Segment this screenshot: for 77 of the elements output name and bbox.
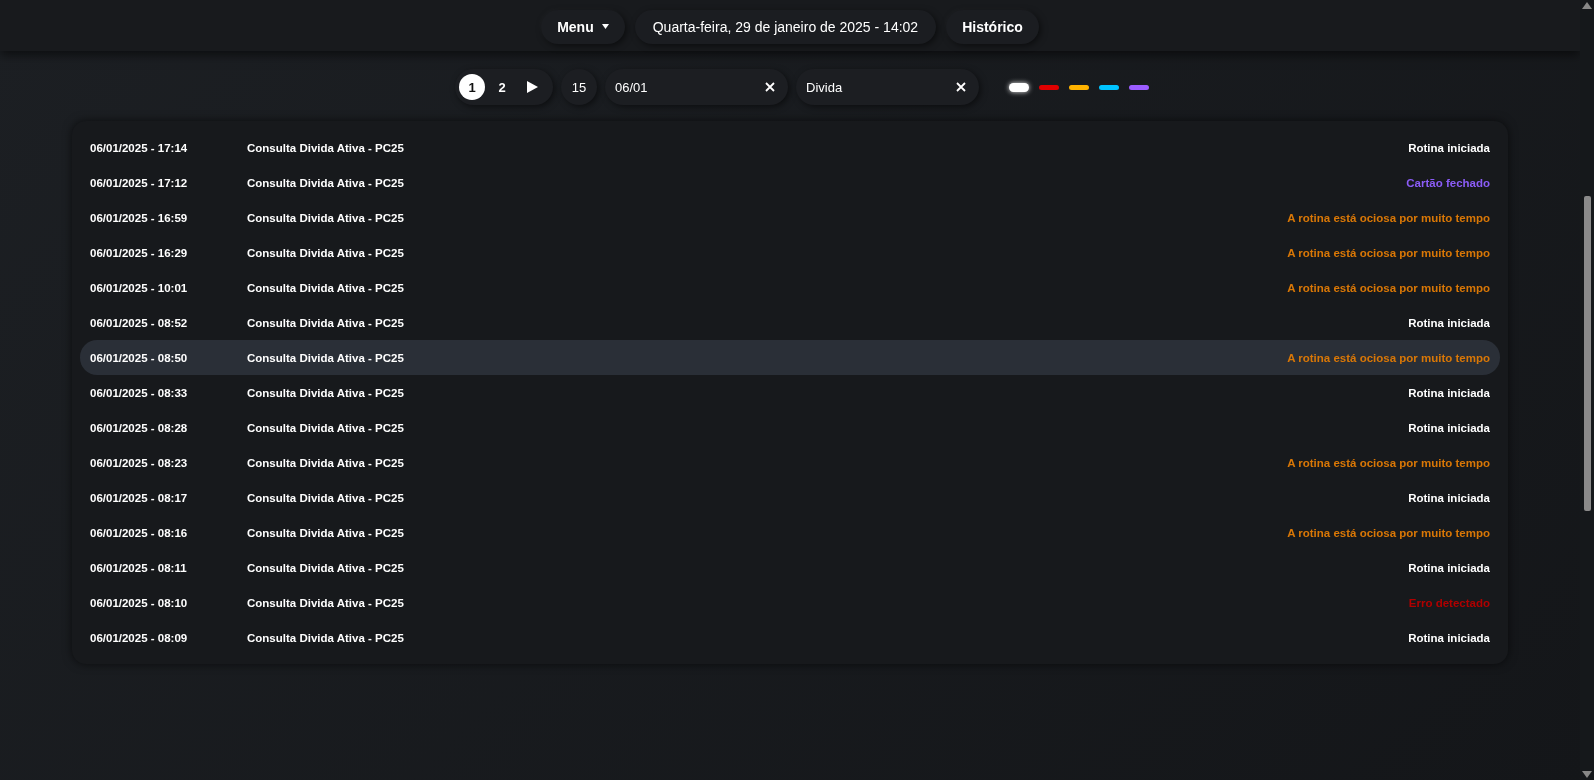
status-text: A rotina está ociosa por muito tempo [1287,456,1490,469]
log-row[interactable]: 06/01/2025 - 08:52 Consulta Divida Ativa - PC25 Rotina iniciada [80,305,1500,340]
date-filter-field[interactable]: 06/01 [605,69,788,105]
log-row[interactable]: 06/01/2025 - 08:10 Consulta Divida Ativa - PC25 Erro detectado [80,585,1500,620]
search-field[interactable]: Divida [796,69,979,105]
routine-name: Consulta Divida Ativa - PC25 [247,281,405,294]
history-button[interactable]: Histórico [946,9,1039,44]
log-time: 06/01/2025 - 08:16 [90,526,189,539]
color-filter[interactable] [1129,84,1149,90]
status-text: Rotina iniciada [1408,561,1490,574]
log-row[interactable]: 06/01/2025 - 16:59 Consulta Divida Ativa - PC25 A rotina está ociosa por muito tempo [80,200,1500,235]
color-filter[interactable] [1069,84,1089,90]
routine-name: Consulta Divida Ativa - PC25 [247,561,405,574]
routine-name: Consulta Divida Ativa - PC25 [247,421,405,434]
status-text: A rotina está ociosa por muito tempo [1287,246,1490,259]
log-time: 06/01/2025 - 08:33 [90,386,189,399]
log-time: 06/01/2025 - 16:59 [90,211,189,224]
page-size-button[interactable]: 15 [561,69,597,105]
routine-name: Consulta Divida Ativa - PC25 [247,211,405,224]
log-time: 06/01/2025 - 08:17 [90,491,189,504]
log-row[interactable]: 06/01/2025 - 10:01 Consulta Divida Ativa - PC25 A rotina está ociosa por muito tempo [80,270,1500,305]
close-icon [765,82,775,92]
color-filter[interactable] [1099,84,1119,90]
routine-name: Consulta Divida Ativa - PC25 [247,631,405,644]
log-time: 06/01/2025 - 17:12 [90,176,189,189]
current-date: Quarta-feira, 29 de janeiro de 2025 - 14:02 [634,9,937,44]
status-text: Cartão fechado [1406,176,1490,189]
log-time: 06/01/2025 - 08:09 [90,631,189,644]
log-row[interactable]: 06/01/2025 - 08:28 Consulta Divida Ativa - PC25 Rotina iniciada [80,410,1500,445]
log-time: 06/01/2025 - 08:23 [90,456,189,469]
log-row[interactable]: 06/01/2025 - 08:11 Consulta Divida Ativa - PC25 Rotina iniciada [80,550,1500,585]
routine-name: Consulta Divida Ativa - PC25 [247,316,405,329]
close-icon [956,82,966,92]
menu-button[interactable]: Menu [541,9,625,44]
log-time: 06/01/2025 - 16:29 [90,246,189,259]
status-text: A rotina está ociosa por muito tempo [1287,281,1490,294]
highlighted-log-row[interactable]: 06/01/2025 - 08:50 Consulta Divida Ativa - PC25 A rotina está ociosa por muito tempo [80,340,1500,375]
routine-name: Consulta Divida Ativa - PC25 [247,526,405,539]
log-row[interactable]: 06/01/2025 - 08:09 Consulta Divida Ativa - PC25 Rotina iniciada [80,620,1500,655]
status-text: A rotina está ociosa por muito tempo [1287,526,1490,539]
status-text: Rotina iniciada [1408,491,1490,504]
routine-name: Consulta Divida Ativa - PC25 [247,596,405,609]
routine-name: Consulta Divida Ativa - PC25 [247,246,405,259]
log-row[interactable]: 06/01/2025 - 08:33 Consulta Divida Ativa - PC25 Rotina iniciada [80,375,1500,410]
page-button[interactable]: 1 [459,74,485,100]
caret-icon [601,24,609,29]
status-text: A rotina está ociosa por muito tempo [1287,211,1490,224]
status-text: Rotina iniciada [1408,316,1490,329]
routine-name: Consulta Divida Ativa - PC25 [247,176,405,189]
log-row[interactable]: 06/01/2025 - 17:14 Consulta Divida Ativa - PC25 Rotina iniciada [80,130,1500,165]
status-text: Erro detectado [1408,596,1490,609]
color-filter[interactable] [1039,84,1059,90]
routine-name: Consulta Divida Ativa - PC25 [247,456,405,469]
log-time: 06/01/2025 - 08:52 [90,316,189,329]
page-button[interactable]: 2 [489,74,515,100]
log-row[interactable]: 06/01/2025 - 08:23 Consulta Divida Ativa - PC25 A rotina está ociosa por muito tempo [80,445,1500,480]
routine-name: Consulta Divida Ativa - PC25 [247,386,405,399]
log-time: 06/01/2025 - 08:11 [90,561,188,574]
routine-name: Consulta Divida Ativa - PC25 [247,141,405,154]
log-time: 06/01/2025 - 08:28 [90,421,189,434]
status-text: Rotina iniciada [1408,386,1490,399]
play-icon [526,81,538,93]
status-text: A rotina está ociosa por muito tempo [1287,351,1490,364]
log-row[interactable]: 06/01/2025 - 17:12 Consulta Divida Ativa - PC25 Cartão fechado [80,165,1500,200]
routine-name: Consulta Divida Ativa - PC25 [247,351,405,364]
status-text: Rotina iniciada [1408,631,1490,644]
log-time: 06/01/2025 - 08:50 [90,351,189,364]
log-row[interactable]: 06/01/2025 - 08:16 Consulta Divida Ativa - PC25 A rotina está ociosa por muito tempo [80,515,1500,550]
routine-name: Consulta Divida Ativa - PC25 [247,491,405,504]
status-text: Rotina iniciada [1408,421,1490,434]
color-filter[interactable] [1009,82,1029,92]
log-time: 06/01/2025 - 17:14 [90,141,189,154]
log-row[interactable]: 06/01/2025 - 08:17 Consulta Divida Ativa - PC25 Rotina iniciada [80,480,1500,515]
log-time: 06/01/2025 - 10:01 [90,281,189,294]
log-row[interactable]: 06/01/2025 - 16:29 Consulta Divida Ativa - PC25 A rotina está ociosa por muito tempo [80,235,1500,270]
status-text: Rotina iniciada [1408,141,1490,154]
log-time: 06/01/2025 - 08:10 [90,596,189,609]
